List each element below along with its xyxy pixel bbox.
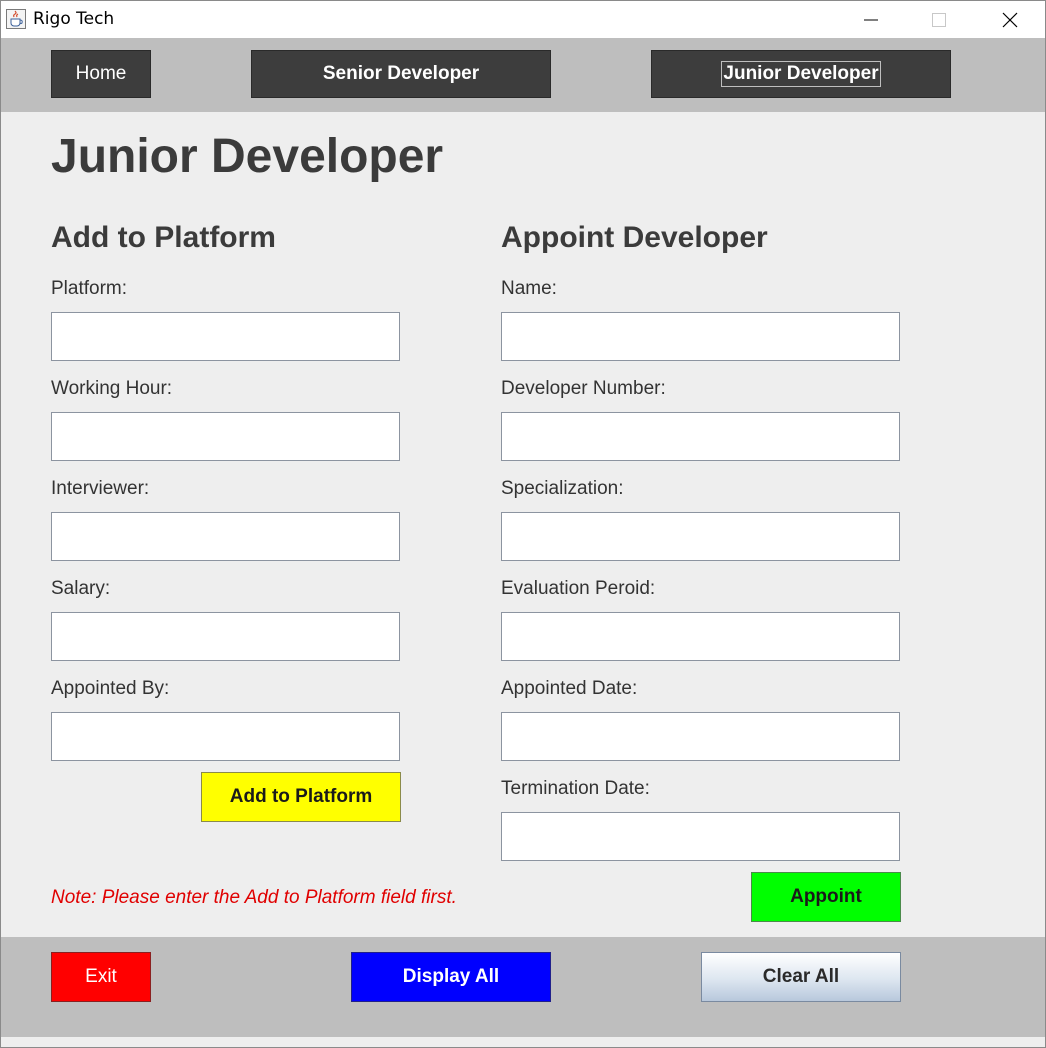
junior-developer-label: Junior Developer — [721, 61, 881, 87]
appoint-section-title: Appoint Developer — [501, 221, 768, 254]
close-icon — [1002, 12, 1018, 27]
appointed-by-label: Appointed By: — [51, 678, 170, 699]
maximize-icon — [932, 12, 946, 27]
appointed-by-input[interactable] — [51, 712, 400, 761]
working-hour-input[interactable] — [51, 412, 400, 461]
close-button[interactable] — [975, 1, 1045, 38]
platform-input[interactable] — [51, 312, 400, 361]
page-title: Junior Developer — [51, 130, 444, 183]
working-hour-label: Working Hour: — [51, 378, 173, 399]
add-to-platform-button[interactable]: Add to Platform — [201, 772, 401, 822]
window-title: Rigo Tech — [33, 9, 115, 29]
java-cup-icon — [6, 9, 26, 29]
home-button[interactable]: Home — [51, 50, 151, 98]
footer-bar: Exit Display All Clear All — [1, 937, 1045, 1037]
maximize-button[interactable] — [904, 1, 974, 38]
appointed-date-input[interactable] — [501, 712, 900, 761]
platform-section-title: Add to Platform — [51, 221, 276, 254]
developer-number-input[interactable] — [501, 412, 900, 461]
appoint-button[interactable]: Appoint — [751, 872, 901, 922]
interviewer-label: Interviewer: — [51, 478, 150, 499]
termination-date-input[interactable] — [501, 812, 900, 861]
specialization-label: Specialization: — [501, 478, 624, 499]
evaluation-period-input[interactable] — [501, 612, 900, 661]
interviewer-input[interactable] — [51, 512, 400, 561]
junior-developer-button[interactable]: Junior Developer — [651, 50, 951, 98]
salary-input[interactable] — [51, 612, 400, 661]
name-label: Name: — [501, 278, 557, 299]
minimize-icon — [864, 19, 878, 20]
name-input[interactable] — [501, 312, 900, 361]
evaluation-period-label: Evaluation Peroid: — [501, 578, 656, 599]
app-window: Rigo Tech Home Senior Developer Junior D… — [0, 0, 1046, 1048]
note-text: Note: Please enter the Add to Platform f… — [51, 887, 457, 908]
platform-label: Platform: — [51, 278, 128, 299]
display-all-button[interactable]: Display All — [351, 952, 551, 1002]
salary-label: Salary: — [51, 578, 111, 599]
exit-button[interactable]: Exit — [51, 952, 151, 1002]
appointed-date-label: Appointed Date: — [501, 678, 638, 699]
title-bar: Rigo Tech — [1, 1, 1045, 38]
developer-number-label: Developer Number: — [501, 378, 666, 399]
termination-date-label: Termination Date: — [501, 778, 650, 799]
minimize-button[interactable] — [836, 1, 906, 38]
specialization-input[interactable] — [501, 512, 900, 561]
nav-bar: Home Senior Developer Junior Developer — [1, 38, 1045, 112]
senior-developer-button[interactable]: Senior Developer — [251, 50, 551, 98]
clear-all-button[interactable]: Clear All — [701, 952, 901, 1002]
